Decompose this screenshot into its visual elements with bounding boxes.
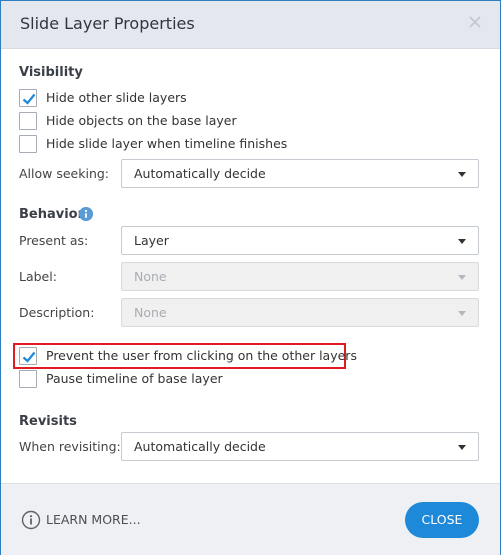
info-circle-icon[interactable]: [21, 510, 41, 530]
when-revisiting-select[interactable]: Automatically decide: [121, 432, 479, 461]
description-field-label: Description:: [19, 305, 95, 320]
hide-other-layers-label: Hide other slide layers: [46, 90, 187, 105]
chevron-down-icon: [458, 172, 466, 177]
chevron-down-icon: [458, 311, 466, 316]
allow-seeking-label: Allow seeking:: [19, 166, 110, 181]
prevent-clicking-checkbox[interactable]: [19, 347, 37, 365]
present-as-select[interactable]: Layer: [121, 226, 479, 255]
when-revisiting-label: When revisiting:: [19, 439, 121, 454]
label-select: None: [121, 262, 479, 291]
hide-when-timeline-finishes-checkbox[interactable]: [19, 135, 37, 153]
close-button[interactable]: CLOSE: [405, 502, 479, 538]
hide-base-objects-label: Hide objects on the base layer: [46, 113, 237, 128]
pause-timeline-checkbox[interactable]: [19, 370, 37, 388]
checkmark-icon: [22, 351, 36, 363]
dialog-title: Slide Layer Properties: [20, 14, 195, 33]
prevent-clicking-label: Prevent the user from clicking on the ot…: [46, 348, 357, 363]
label-field-label: Label:: [19, 269, 57, 284]
when-revisiting-value: Automatically decide: [134, 439, 266, 454]
revisits-heading: Revisits: [19, 414, 77, 429]
description-select: None: [121, 298, 479, 327]
label-value: None: [134, 269, 167, 284]
hide-other-layers-checkbox[interactable]: [19, 89, 37, 107]
description-value: None: [134, 305, 167, 320]
slide-layer-properties-dialog: Slide Layer Properties Visibility Hide o…: [0, 0, 501, 555]
hide-base-objects-checkbox[interactable]: [19, 112, 37, 130]
learn-more-link[interactable]: LEARN MORE...: [46, 512, 141, 527]
title-bar: Slide Layer Properties: [1, 1, 500, 49]
dialog-footer: LEARN MORE... CLOSE: [1, 483, 500, 555]
visibility-heading: Visibility: [19, 65, 83, 80]
chevron-down-icon: [458, 445, 466, 450]
behavior-heading: Behavior: [19, 207, 85, 222]
pause-timeline-label: Pause timeline of base layer: [46, 371, 223, 386]
chevron-down-icon: [458, 239, 466, 244]
chevron-down-icon: [458, 275, 466, 280]
checkmark-icon: [22, 93, 36, 105]
close-x-icon[interactable]: [468, 15, 482, 29]
info-icon[interactable]: [79, 207, 93, 221]
present-as-value: Layer: [134, 233, 169, 248]
allow-seeking-select[interactable]: Automatically decide: [121, 159, 479, 188]
allow-seeking-value: Automatically decide: [134, 166, 266, 181]
present-as-label: Present as:: [19, 233, 89, 248]
hide-when-timeline-finishes-label: Hide slide layer when timeline finishes: [46, 136, 288, 151]
